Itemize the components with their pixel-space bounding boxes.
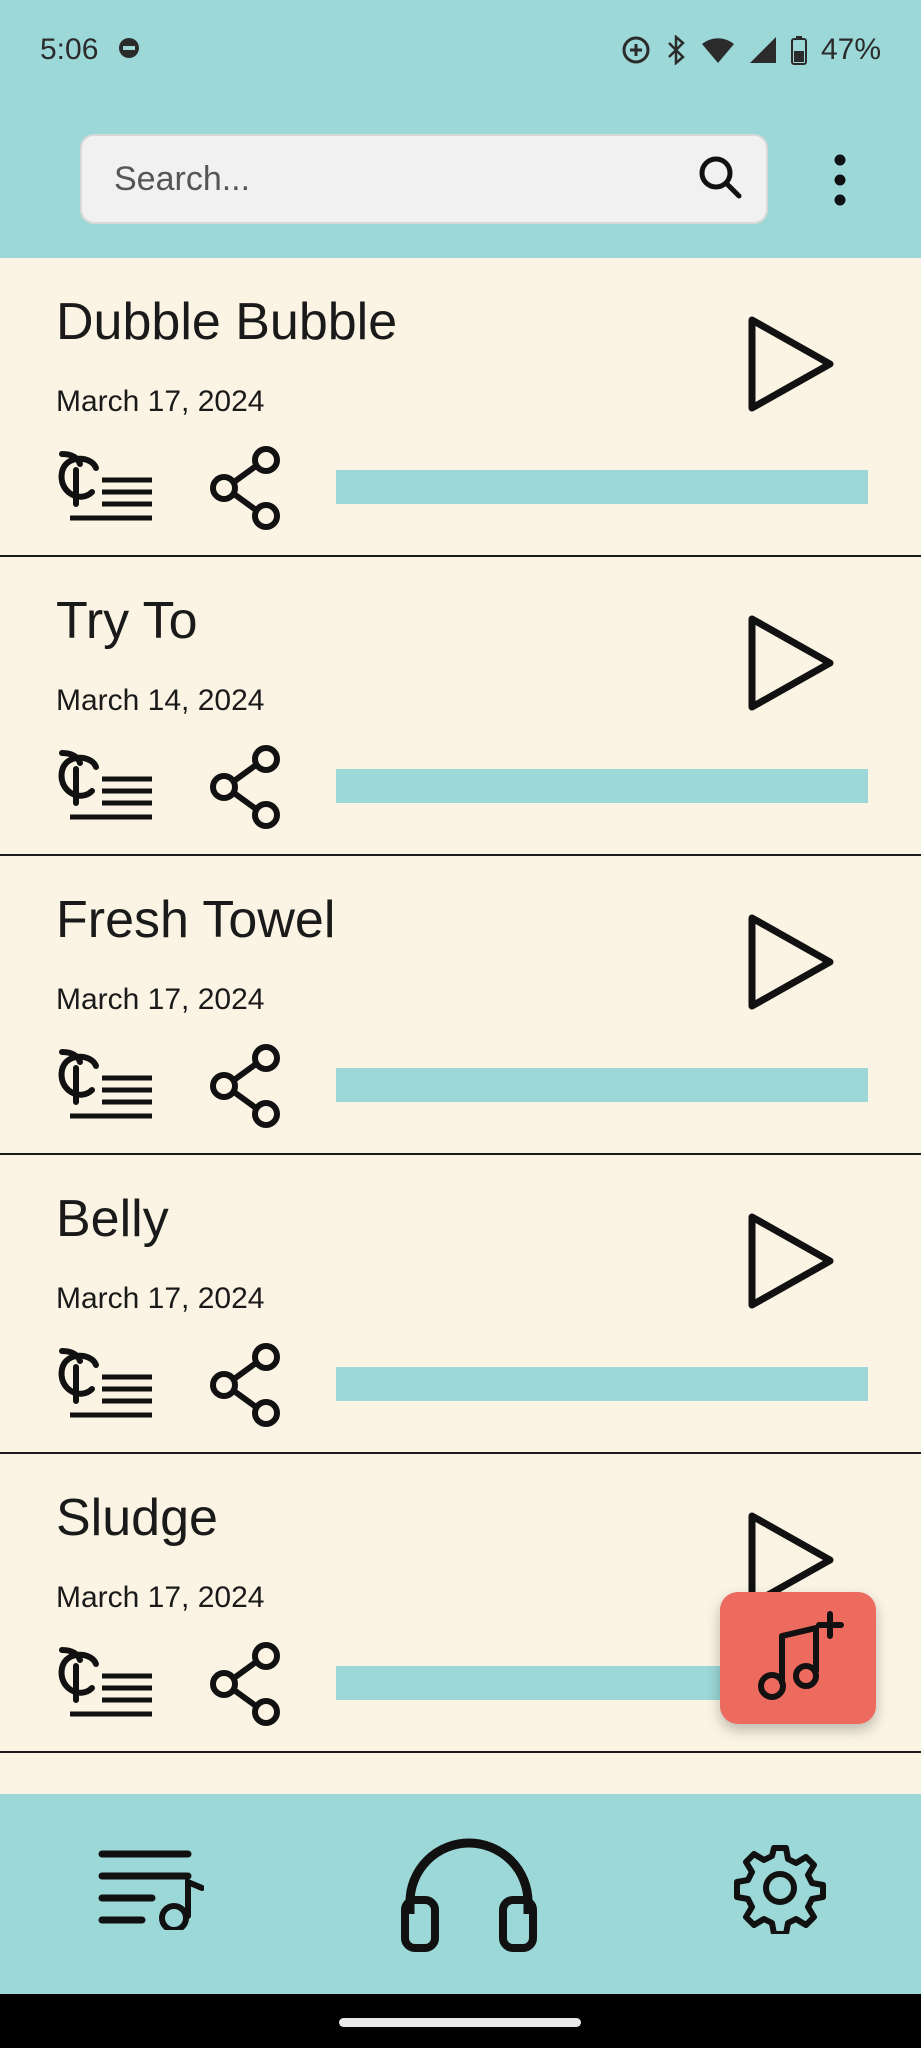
song-title: Belly: [56, 1190, 169, 1248]
share-button[interactable]: [208, 1343, 284, 1427]
share-button[interactable]: [208, 1642, 284, 1726]
lyrics-icon: [58, 1647, 152, 1717]
nav-settings-button[interactable]: [734, 1842, 826, 1939]
lyrics-button[interactable]: [56, 1644, 156, 1720]
app-header: [0, 100, 921, 258]
progress-bar[interactable]: [336, 769, 868, 803]
play-button[interactable]: [742, 312, 838, 416]
nav-player-button[interactable]: [400, 1832, 538, 1957]
more-vertical-icon: [820, 154, 860, 212]
add-music-icon: [758, 1611, 844, 1700]
song-title: Dubble Bubble: [56, 293, 398, 351]
song-date: March 17, 2024: [56, 983, 265, 1016]
song-date: March 17, 2024: [56, 385, 265, 418]
song-title: Try To: [56, 592, 198, 650]
search-input[interactable]: [112, 158, 696, 200]
headphones-icon: [401, 1838, 537, 1952]
song-item[interactable]: Dubble Bubble March 17, 2024: [0, 258, 921, 557]
share-icon: [210, 745, 280, 829]
lyrics-icon: [58, 750, 152, 820]
battery-percentage: 47%: [820, 33, 881, 66]
lyrics-button[interactable]: [56, 1046, 156, 1122]
song-date: March 14, 2024: [56, 684, 265, 717]
search-icon[interactable]: [696, 153, 744, 206]
lyrics-button[interactable]: [56, 747, 156, 823]
signal-icon: [749, 36, 777, 64]
status-left: 5:06: [40, 33, 140, 67]
progress-bar[interactable]: [336, 1367, 868, 1401]
share-button[interactable]: [208, 745, 284, 829]
status-bar: 5:06 47%: [0, 0, 921, 100]
song-list: Dubble Bubble March 17, 2024 Try To Marc…: [0, 258, 921, 1753]
share-icon: [210, 1642, 280, 1726]
song-item[interactable]: Belly March 17, 2024: [0, 1155, 921, 1454]
song-item[interactable]: Fresh Towel March 17, 2024: [0, 856, 921, 1155]
battery-icon: [790, 35, 807, 65]
status-right: 47%: [621, 33, 881, 67]
play-icon: [748, 914, 834, 1010]
lyrics-icon: [58, 1049, 152, 1119]
play-icon: [748, 615, 834, 711]
wifi-icon: [701, 36, 735, 64]
progress-bar[interactable]: [336, 470, 868, 504]
share-icon: [210, 1044, 280, 1128]
status-time: 5:06: [40, 33, 99, 66]
lyrics-icon: [58, 451, 152, 521]
nav-playlist-button[interactable]: [98, 1846, 205, 1935]
add-song-fab[interactable]: [720, 1592, 876, 1724]
share-icon: [210, 446, 280, 530]
play-icon: [748, 316, 834, 412]
song-date: March 17, 2024: [56, 1581, 265, 1614]
bottom-navigation: [0, 1794, 921, 1994]
settings-gear-icon: [734, 1845, 826, 1937]
share-button[interactable]: [208, 446, 284, 530]
lyrics-button[interactable]: [56, 1345, 156, 1421]
home-indicator[interactable]: [339, 2018, 581, 2027]
search-box[interactable]: [80, 134, 768, 224]
lyrics-button[interactable]: [56, 448, 156, 524]
dnd-icon: [118, 33, 140, 67]
song-date: March 17, 2024: [56, 1282, 265, 1315]
share-icon: [210, 1343, 280, 1427]
play-icon: [748, 1213, 834, 1309]
play-button[interactable]: [742, 910, 838, 1014]
song-item[interactable]: Try To March 14, 2024: [0, 557, 921, 856]
playlist-icon: [98, 1850, 205, 1933]
data-saver-icon: [621, 35, 651, 65]
bluetooth-icon: [665, 35, 687, 65]
play-button[interactable]: [742, 1209, 838, 1313]
more-options-button[interactable]: [820, 152, 860, 208]
song-title: Fresh Towel: [56, 891, 336, 949]
lyrics-icon: [58, 1348, 152, 1418]
progress-bar[interactable]: [336, 1068, 868, 1102]
song-title: Sludge: [56, 1489, 218, 1547]
share-button[interactable]: [208, 1044, 284, 1128]
play-button[interactable]: [742, 611, 838, 715]
